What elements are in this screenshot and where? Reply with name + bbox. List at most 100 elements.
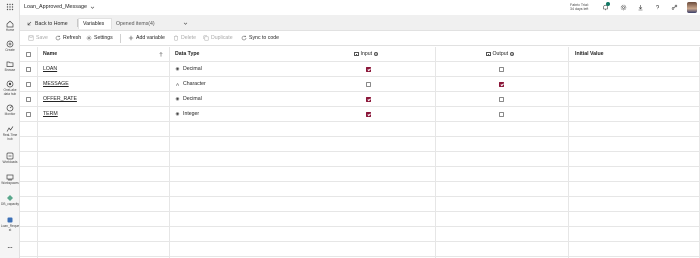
column-header-initial-label: Initial Value	[575, 51, 604, 57]
input-checkbox[interactable]	[366, 67, 371, 72]
variables-grid: Name Data Type Input i Output i Initial …	[20, 47, 700, 258]
rail-item-workloads[interactable]: Workloads	[0, 152, 20, 165]
trial-status: Fabric Trial: 34 days left	[570, 3, 589, 11]
more-icon[interactable]: ...	[0, 244, 20, 249]
info-icon[interactable]: i	[510, 52, 515, 56]
tab-variables[interactable]: Variables	[78, 18, 112, 29]
notification-badge	[606, 2, 610, 6]
rail-item-loan-request[interactable]: Loan_Reque st	[0, 216, 20, 232]
help-icon[interactable]	[654, 4, 661, 11]
data-type-cell[interactable]: ◉ Integer	[175, 110, 199, 118]
variable-name-link[interactable]: OFFER_RATE	[43, 95, 77, 103]
row-divider	[20, 61, 700, 62]
onelake-icon	[6, 80, 14, 88]
row-divider	[20, 181, 700, 182]
input-checkbox[interactable]	[366, 97, 371, 102]
realtime-icon	[6, 125, 14, 133]
rail-label-loan-request: Loan_Reque st	[0, 224, 20, 232]
input-checkbox[interactable]	[366, 82, 371, 87]
share-icon[interactable]	[671, 4, 678, 11]
settings-label: Settings	[94, 35, 113, 41]
delete-button[interactable]: Delete	[173, 35, 196, 41]
back-to-home-button[interactable]: Back to Home	[23, 18, 72, 29]
variable-name-link[interactable]: LOAN	[43, 65, 57, 73]
rail-label-create: Create	[5, 48, 15, 52]
data-type-label: Decimal	[183, 66, 202, 72]
data-type-label: Decimal	[183, 96, 202, 102]
info-icon[interactable]: i	[374, 52, 379, 56]
app-launcher-icon[interactable]	[6, 3, 14, 11]
data-type-cell[interactable]: ◉ Decimal	[175, 65, 202, 73]
rail-item-home[interactable]: Home	[0, 20, 20, 33]
rail-label-realtime: Real-Time hub	[2, 133, 18, 141]
rail-item-create[interactable]: Create	[0, 40, 20, 53]
refresh-label: Refresh	[63, 35, 82, 41]
save-button[interactable]: Save	[28, 35, 48, 41]
tab-variables-label: Variables	[83, 21, 105, 27]
gear-icon	[86, 35, 92, 41]
rail-label-workspaces: Workspaces	[1, 181, 19, 185]
column-header-output[interactable]: Output i	[486, 51, 515, 57]
column-header-input[interactable]: Input i	[354, 51, 379, 57]
sync-to-code-button[interactable]: Sync to code	[241, 35, 279, 41]
output-checkbox[interactable]	[499, 82, 504, 87]
output-checkbox[interactable]	[499, 97, 504, 102]
refresh-button[interactable]: Refresh	[55, 35, 81, 41]
rail-item-workspaces[interactable]: Workspaces	[0, 173, 20, 186]
sync-icon	[241, 35, 247, 41]
row-divider	[20, 241, 700, 242]
workspaces-icon	[6, 173, 14, 181]
data-type-label: Integer	[183, 111, 200, 117]
rail-item-db-capacity[interactable]: DB_capacity	[0, 194, 20, 207]
home-icon	[6, 20, 14, 28]
app-title[interactable]: Loan_Approved_Message	[24, 4, 95, 10]
decimal-icon: ◉	[175, 96, 180, 101]
row-divider	[20, 166, 700, 167]
output-checkbox[interactable]	[499, 112, 504, 117]
tab-opened-items[interactable]: Opened items(4)	[112, 18, 192, 29]
column-header-initial-value[interactable]: Initial Value	[575, 51, 604, 57]
column-header-type[interactable]: Data Type	[175, 51, 199, 57]
settings-button[interactable]: Settings	[86, 35, 113, 41]
delete-label: Delete	[181, 35, 196, 41]
data-type-cell[interactable]: ◉ Decimal	[175, 95, 202, 103]
rail-item-grid[interactable]	[0, 3, 20, 11]
rail-item-monitor[interactable]: Monitor	[0, 104, 20, 117]
variable-name-link[interactable]: TERM	[43, 110, 58, 118]
plus-icon	[128, 35, 134, 41]
sort-ascending-icon[interactable]	[159, 51, 163, 57]
download-icon[interactable]	[637, 4, 644, 11]
input-checkbox[interactable]	[366, 112, 371, 117]
row-select-checkbox[interactable]	[26, 97, 31, 102]
rail-item-more[interactable]: ...	[0, 244, 20, 249]
save-icon	[28, 35, 34, 41]
rail-item-browse[interactable]: Browse	[0, 60, 20, 73]
workspace-item-icon	[6, 194, 14, 202]
gear-icon[interactable]	[620, 4, 627, 11]
row-select-checkbox[interactable]	[26, 82, 31, 87]
rail-label-home: Home	[5, 28, 15, 32]
column-header-name[interactable]: Name	[43, 51, 163, 57]
row-select-checkbox[interactable]	[26, 67, 31, 72]
select-column-icon[interactable]	[354, 51, 359, 57]
duplicate-button[interactable]: Duplicate	[203, 35, 233, 41]
column-header-output-label: Output	[492, 51, 509, 57]
row-select-checkbox[interactable]	[26, 112, 31, 117]
rail-label-onelake: OneLake data hub	[3, 88, 17, 96]
row-divider	[20, 136, 700, 137]
add-variable-button[interactable]: Add variable	[128, 35, 165, 41]
select-column-icon[interactable]	[486, 51, 491, 57]
top-bar: Loan_Approved_Message Fabric Trial: 34 d…	[20, 0, 700, 15]
trash-icon	[174, 35, 178, 41]
rail-item-onelake[interactable]: OneLake data hub	[0, 80, 20, 96]
rail-item-realtime[interactable]: Real-Time hub	[0, 125, 20, 141]
data-type-cell[interactable]: A Character	[175, 80, 206, 88]
chevron-down-icon	[90, 6, 95, 9]
row-divider	[20, 226, 700, 227]
variable-name-link[interactable]: MESSAGE	[43, 80, 69, 88]
row-divider	[20, 121, 700, 122]
select-all-checkbox[interactable]	[26, 52, 31, 57]
data-type-label: Character	[183, 81, 206, 87]
avatar[interactable]	[687, 2, 697, 13]
output-checkbox[interactable]	[499, 67, 504, 72]
